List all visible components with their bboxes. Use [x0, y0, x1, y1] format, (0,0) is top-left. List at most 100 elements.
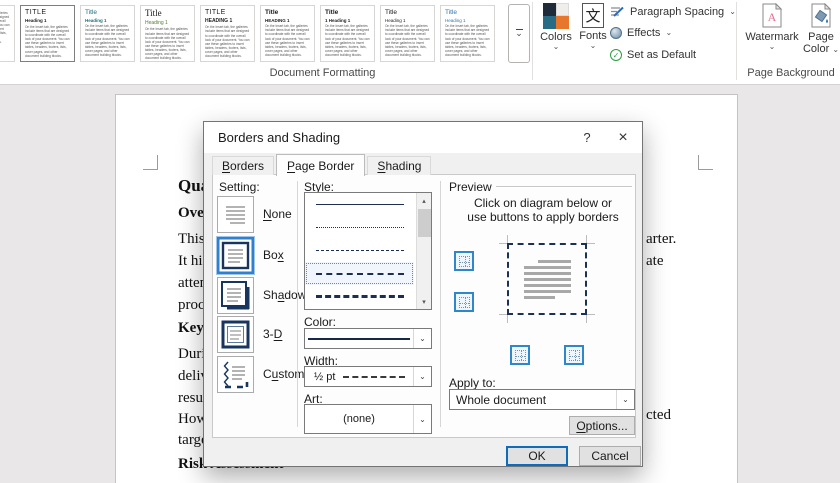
tab-page-border[interactable]: Page Border — [276, 154, 365, 176]
paragraph-spacing-button[interactable]: Paragraph Spacing ⌄ — [610, 5, 736, 18]
border-grid-icon — [569, 350, 580, 361]
chevron-down-icon: ⌄ — [616, 390, 634, 409]
chevron-down-icon: ⌄ — [413, 329, 431, 348]
chevron-down-icon: ⌄ — [729, 8, 736, 16]
color-label: Color: — [304, 315, 336, 329]
effects-button[interactable]: Effects ⌄ — [610, 27, 672, 39]
thumbnail-body-text: On the Insert tab, the galleries include… — [445, 24, 490, 57]
preview-left-border-button[interactable] — [510, 345, 530, 365]
style-set-thumbnail[interactable]: Title Heading 1 On the Insert tab, the g… — [380, 5, 435, 62]
thumbnail-title: Title — [85, 9, 130, 16]
thumbnail-body-text: On the Insert tab, the galleries include… — [0, 11, 10, 44]
thumbnail-body-text: On the Insert tab, the galleries include… — [385, 24, 430, 57]
scroll-down-icon[interactable]: ▾ — [417, 294, 431, 309]
dialog-help-button[interactable]: ? — [568, 122, 606, 153]
watermark-button[interactable]: A Watermark ⌄ — [741, 3, 803, 51]
thumbnail-heading: 1 Heading 1 — [325, 18, 370, 23]
tab-borders[interactable]: Borders — [212, 156, 274, 175]
apply-to-label: Apply to: — [449, 376, 496, 390]
page-color-button[interactable]: Page Color ⌄ — [801, 3, 840, 55]
thumbnail-heading: Heading 1 — [445, 18, 490, 23]
color-swatch-navy — [308, 338, 410, 340]
preview-bottom-border-button[interactable] — [454, 292, 474, 312]
setting-label: Setting: — [219, 180, 260, 194]
setting-box[interactable]: Box — [217, 236, 295, 274]
preview-right-border-button[interactable] — [564, 345, 584, 365]
thumbnail-title: Title — [385, 9, 430, 16]
colors-button[interactable]: Colors ⌄ — [536, 3, 576, 51]
setting-none[interactable]: None — [217, 195, 295, 233]
set-as-default-button[interactable]: ✓ Set as Default — [610, 49, 696, 61]
scrollbar-thumb[interactable] — [418, 209, 431, 237]
word-app-window: On the Insert tab, the galleries include… — [0, 0, 840, 483]
style-set-thumbnail[interactable]: Title Heading 1 On the Insert tab, the g… — [140, 5, 195, 62]
thumbnail-title: TITLE — [205, 9, 250, 17]
dialog-close-button[interactable]: × — [604, 122, 642, 153]
apply-to-dropdown[interactable]: Whole document ⌄ — [449, 389, 635, 410]
preview-top-border-button[interactable] — [454, 251, 474, 271]
setting-shadow-icon — [217, 277, 254, 314]
theme-fonts-icon: 文 — [582, 3, 604, 28]
paragraph-spacing-icon — [610, 5, 625, 18]
width-value: ½ pt — [305, 371, 335, 383]
thumbnail-body-text: On the Insert tab, the galleries include… — [25, 25, 70, 58]
thumbnail-body-text: On the Insert tab, the galleries include… — [205, 25, 250, 58]
thumbnail-title: Title — [445, 9, 490, 16]
style-set-thumbnail[interactable]: Title Heading 1 On the Insert tab, the g… — [440, 5, 495, 62]
chevron-down-icon: ⌄ — [590, 42, 597, 50]
style-set-thumbnail[interactable]: On the Insert tab, the galleries include… — [0, 5, 15, 62]
thumbnail-title: TITLE — [25, 9, 70, 17]
style-set-thumbnail[interactable]: Title HEADING 1 On the Insert tab, the g… — [260, 5, 315, 62]
page-background-group-label: Page Background — [742, 67, 840, 79]
chevron-down-icon: ⌄ — [665, 29, 672, 37]
thumbnail-body-text: On the Insert tab, the galleries include… — [325, 24, 370, 57]
preview-rule — [496, 186, 632, 187]
setting-shadow[interactable]: Shadow — [217, 276, 295, 314]
page-border-tab-page: Setting: None Box — [212, 174, 636, 438]
ok-button[interactable]: OK — [506, 446, 568, 466]
border-style-option-dash-large[interactable] — [305, 285, 414, 308]
style-list-scrollbar[interactable]: ▴ ▾ — [416, 193, 431, 309]
setting-3d[interactable]: 3-D — [217, 315, 295, 353]
scroll-up-icon[interactable]: ▴ — [417, 193, 431, 208]
doc-text-fragment: arter. — [646, 231, 676, 248]
options-button[interactable]: Options... — [569, 416, 635, 435]
art-dropdown[interactable]: (none) ⌄ — [304, 404, 432, 434]
setting-custom[interactable]: Custom — [217, 355, 295, 393]
thumbnail-heading: Heading 1 — [85, 18, 130, 23]
setting-none-icon — [217, 196, 254, 233]
fonts-button[interactable]: 文 Fonts ⌄ — [576, 3, 610, 50]
setting-custom-icon — [217, 356, 254, 393]
dialog-tab-strip: Borders Page Border Shading — [212, 155, 433, 175]
cancel-button[interactable]: Cancel — [579, 446, 641, 466]
document-workspace: Qua Over This It hig atten proce Key Dur… — [0, 85, 840, 483]
tab-shading[interactable]: Shading — [367, 156, 431, 175]
border-width-dropdown[interactable]: ½ pt ⌄ — [304, 366, 432, 387]
setting-3d-label: 3-D — [263, 327, 282, 341]
doc-text-fragment: Key — [178, 320, 204, 337]
doc-text-fragment: cted — [646, 407, 671, 424]
setting-custom-label: Custom — [263, 367, 304, 381]
border-style-option-solid[interactable] — [305, 193, 414, 216]
effects-sphere-icon — [610, 27, 622, 39]
document-formatting-group-label: Document Formatting — [240, 67, 405, 79]
border-grid-icon — [459, 297, 470, 308]
border-style-option-dotted[interactable] — [305, 216, 414, 239]
ribbon-group-separator — [532, 2, 533, 80]
border-color-dropdown[interactable]: ⌄ — [304, 328, 432, 349]
style-gallery-more-button[interactable]: ⌄ — [508, 4, 530, 63]
style-set-thumbnail[interactable]: TITLE HEADING 1 On the Insert tab, the g… — [200, 5, 255, 62]
style-set-thumbnail[interactable]: Title Heading 1 On the Insert tab, the g… — [80, 5, 135, 62]
thumbnail-heading: HEADING 1 — [265, 18, 310, 23]
chevron-down-icon: ⌄ — [413, 367, 431, 386]
style-set-thumbnail[interactable]: Title 1 Heading 1 On the Insert tab, the… — [320, 5, 375, 62]
setting-box-icon — [217, 237, 254, 274]
preview-page-diagram[interactable] — [507, 243, 587, 315]
effects-label: Effects — [627, 27, 660, 39]
style-set-thumbnail-current[interactable]: TITLE Heading 1 On the Insert tab, the g… — [20, 5, 75, 62]
watermark-icon: A — [761, 3, 783, 29]
page-color-label-line2: Color ⌄ — [803, 43, 839, 55]
border-style-option-dash-medium-selected[interactable] — [305, 262, 414, 285]
ribbon-design-tab: On the Insert tab, the galleries include… — [0, 0, 840, 85]
border-style-option-dash-small[interactable] — [305, 239, 414, 262]
